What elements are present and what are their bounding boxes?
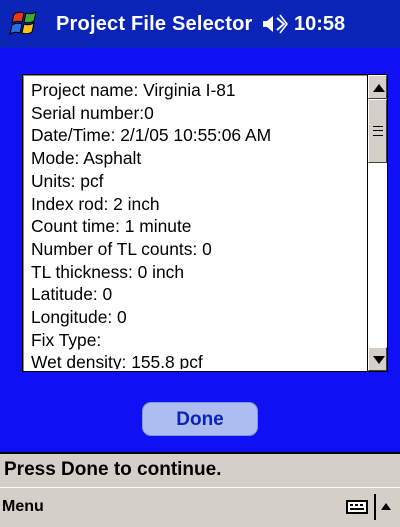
windows-flag-icon[interactable] [8,8,44,40]
list-item: Project name: Virginia I-81 [31,80,236,100]
list-item: Longitude: 0 [31,307,127,328]
list-item: TL thickness: 0 inch [31,261,185,282]
title-bar: Project File Selector 10:58 [0,0,400,48]
volume-icon[interactable] [262,14,288,34]
grip-icon [373,126,383,136]
scroll-thumb[interactable] [368,99,387,163]
key [355,504,358,506]
window-title: Project File Selector [56,13,253,35]
key [350,508,364,510]
clock[interactable]: 10:58 [294,0,345,48]
content-area: Project name: Virginia I-81 Serial numbe… [0,48,400,452]
list-item: Number of TL counts: 0 [31,238,212,259]
menu-separator [374,494,376,520]
vertical-scrollbar[interactable] [367,75,387,371]
project-info-listbox[interactable]: Project name: Virginia I-81 Serial numbe… [22,74,388,372]
list-item: Mode: Asphalt [31,148,142,169]
list-item: Index rod: 2 inch [31,193,160,214]
key [360,504,363,506]
list-item: Wet density: 155.8 pcf [31,352,203,369]
list-item: Date/Time: 2/1/05 10:55:06 AM [31,125,272,146]
project-info-text: Project name: Virginia I-81 Serial numbe… [31,79,361,369]
scroll-up-button[interactable] [368,75,387,99]
done-button[interactable]: Done [142,402,258,436]
list-item: Latitude: 0 [31,284,113,305]
list-item: Count time: 1 minute [31,216,192,237]
status-message: Press Done to continue. [0,452,400,487]
list-item: Serial number:0 [31,102,154,123]
menu-button[interactable]: Menu [2,488,44,526]
list-item: Fix Type: [31,329,102,350]
list-item: Units: pcf [31,170,104,191]
arrow-up-icon [373,84,385,92]
keyboard-icon[interactable] [346,500,368,514]
chevron-up-icon[interactable] [381,503,391,510]
key [350,504,353,506]
menu-bar: Menu [0,487,400,527]
scroll-down-button[interactable] [368,347,387,371]
arrow-down-icon [373,356,385,364]
